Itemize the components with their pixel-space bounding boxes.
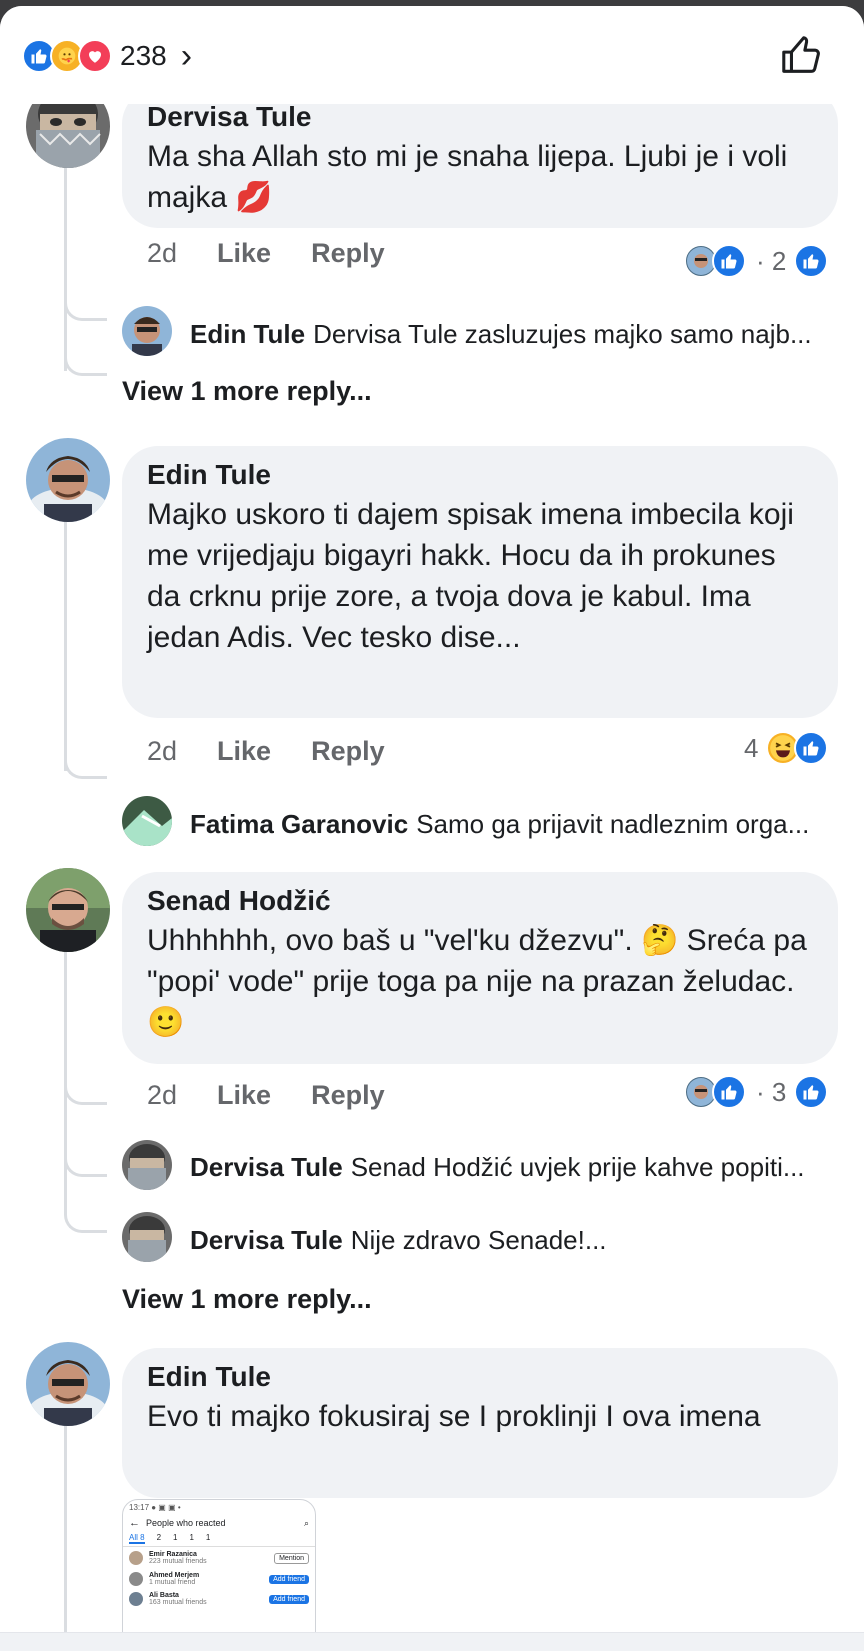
reaction-count: 238 <box>120 40 167 71</box>
reply-button[interactable]: Reply <box>311 238 385 269</box>
like-reaction-icon <box>712 244 746 278</box>
preview-person-sub: 1 mutual friend <box>149 1579 196 1586</box>
comment-author[interactable]: Senad Hodžić <box>147 882 814 920</box>
reactions-header: 238 › <box>0 6 864 104</box>
preview-title: People who reacted <box>146 1518 226 1528</box>
like-button[interactable]: Like <box>217 238 271 269</box>
thread-branch <box>64 351 107 376</box>
avatar[interactable] <box>26 1342 110 1426</box>
preview-action: Add friend <box>269 1574 309 1584</box>
thread-branch <box>64 1208 107 1233</box>
reply-preview[interactable]: Edin Tule Dervisa Tule zasluzujes majko s… <box>190 319 840 350</box>
like-reaction-icon <box>794 244 829 278</box>
love-reaction-icon <box>78 39 112 73</box>
preview-person-row: Emir Razanica 223 mutual friends Mention <box>123 1547 315 1569</box>
preview-tab: 1 <box>205 1533 211 1542</box>
reaction-count: · 2 <box>756 245 787 276</box>
like-button[interactable]: Like <box>217 736 271 767</box>
reaction-summary[interactable]: · 2 <box>684 244 829 278</box>
like-reaction-icon <box>794 1075 829 1109</box>
preview-person-sub: 163 mutual friends <box>149 1599 207 1606</box>
comment-text: Ma sha Allah sto mi je snaha lijepa. Lju… <box>147 140 788 214</box>
like-button[interactable]: Like <box>217 1080 271 1111</box>
comment-text: Majko uskoro ti dajem spisak imena imbec… <box>147 498 794 654</box>
avatar <box>129 1572 143 1586</box>
preview-tab: 2 <box>156 1533 162 1542</box>
comment-actions: 2d Like Reply <box>147 1080 385 1111</box>
reply-author[interactable]: Edin Tule <box>190 319 305 349</box>
thread-branch <box>64 754 107 779</box>
avatar[interactable] <box>122 306 172 356</box>
reaction-summary[interactable]: · 3 <box>684 1075 829 1109</box>
comment-author[interactable]: Edin Tule <box>147 456 814 494</box>
comment-bubble: Edin Tule Evo ti majko fokusiraj se I pr… <box>122 1348 838 1498</box>
comment-author[interactable]: Edin Tule <box>147 1358 814 1396</box>
avatar[interactable] <box>122 796 172 846</box>
avatar[interactable] <box>26 438 110 522</box>
preview-person-name: Emir Razanica <box>149 1551 197 1558</box>
like-reaction-icon <box>794 731 829 765</box>
preview-status-bar: 13:17 ● ▣ ▣ • <box>129 1503 181 1512</box>
view-more-replies[interactable]: View 1 more reply... <box>122 1284 372 1315</box>
comment-text: Uhhhhhh, ovo baš u "vel'ku džezvu". 🤔 Sr… <box>147 924 807 1039</box>
reply-preview[interactable]: Fatima Garanovic Samo ga prijavit nadlezn… <box>190 809 840 840</box>
reaction-count: · 3 <box>756 1076 787 1107</box>
preview-tab: 1 <box>173 1533 178 1542</box>
reply-author[interactable]: Dervisa Tule <box>190 1225 343 1255</box>
preview-person-row: Ali Basta 163 mutual friends Add friend <box>123 1589 315 1609</box>
thread-branch <box>64 1080 107 1105</box>
comment-bubble: Dervisa Tule Ma sha Allah sto mi je snah… <box>122 88 838 228</box>
comment-time[interactable]: 2d <box>147 1080 177 1111</box>
preview-tab: All 8 <box>129 1533 145 1544</box>
thread-line <box>64 166 67 371</box>
avatar[interactable] <box>122 1140 172 1190</box>
thread-branch <box>64 296 107 321</box>
comment-actions: 2d Like Reply <box>147 736 385 767</box>
reply-text: Dervisa Tule zasluzujes majko samo najb.… <box>313 319 812 349</box>
preview-person-name: Ali Basta <box>149 1592 179 1599</box>
like-reaction-icon <box>712 1075 746 1109</box>
preview-action: Mention <box>274 1552 309 1564</box>
search-icon: ⌕ <box>303 1517 309 1528</box>
thread-branch <box>64 1152 107 1177</box>
avatar <box>129 1592 143 1606</box>
reply-button[interactable]: Reply <box>311 736 385 767</box>
avatar <box>129 1551 143 1565</box>
chevron-right-icon: › <box>180 37 193 75</box>
back-arrow-icon: ← <box>129 1517 140 1529</box>
comments-sheet: 238 › Dervisa Tule Ma sha Allah sto mi j… <box>0 6 864 1651</box>
preview-person-row: Ahmed Merjem 1 mutual friend Add friend <box>123 1569 315 1589</box>
reaction-count: 4 <box>744 732 759 763</box>
comment-attachment-image[interactable]: 13:17 ● ▣ ▣ • ← People who reacted ⌕ All… <box>122 1499 316 1651</box>
reply-text: Samo ga prijavit nadleznim orga... <box>416 809 810 839</box>
comment-bubble: Senad Hodžić Uhhhhhh, ovo baš u "vel'ku … <box>122 872 838 1064</box>
preview-action: Add friend <box>269 1594 309 1604</box>
avatar[interactable] <box>26 868 110 952</box>
preview-person-name: Ahmed Merjem <box>149 1572 200 1579</box>
comment-composer-edge <box>0 1632 864 1651</box>
comment-time[interactable]: 2d <box>147 238 177 269</box>
comment-text: Evo ti majko fokusiraj se I proklinji I … <box>147 1400 761 1433</box>
reply-author[interactable]: Dervisa Tule <box>190 1152 343 1182</box>
comment-list: Dervisa Tule Ma sha Allah sto mi je snah… <box>0 6 864 1651</box>
thread-line <box>64 506 67 771</box>
comment-actions: 2d Like Reply <box>147 238 385 269</box>
reply-button[interactable]: Reply <box>311 1080 385 1111</box>
reply-text: Nije zdravo Senade!... <box>350 1225 607 1255</box>
like-outline-icon[interactable] <box>778 32 826 83</box>
avatar[interactable] <box>122 1212 172 1262</box>
view-more-replies[interactable]: View 1 more reply... <box>122 376 372 407</box>
reply-text: Senad Hodžić uvjek prije kahve popiti... <box>350 1152 805 1182</box>
reply-author[interactable]: Fatima Garanovic <box>190 809 408 839</box>
reactions-summary[interactable]: 238 › <box>22 36 192 76</box>
reply-preview[interactable]: Dervisa Tule Nije zdravo Senade!... <box>190 1225 840 1256</box>
reaction-summary[interactable]: 4 <box>744 731 829 765</box>
preview-tab: 1 <box>189 1533 194 1542</box>
reply-preview[interactable]: Dervisa Tule Senad Hodžić uvjek prije kah… <box>190 1152 840 1183</box>
comment-bubble: Edin Tule Majko uskoro ti dajem spisak i… <box>122 446 838 718</box>
preview-person-sub: 223 mutual friends <box>149 1558 207 1565</box>
comment-time[interactable]: 2d <box>147 736 177 767</box>
